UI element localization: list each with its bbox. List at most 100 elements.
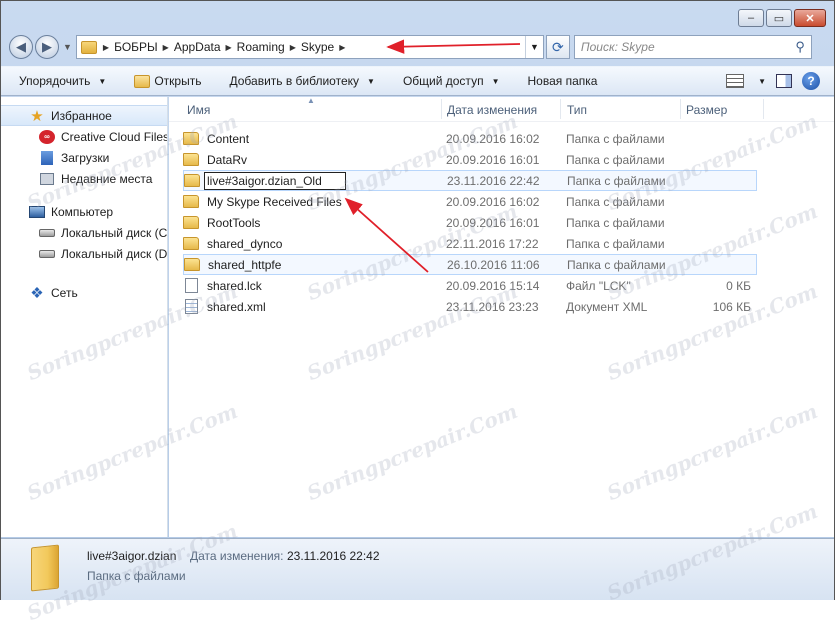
open-button[interactable]: Открыть — [134, 74, 201, 88]
nav-disk-c[interactable]: Локальный диск (C:) — [1, 222, 167, 243]
creative-cloud-icon: ∞ — [39, 129, 55, 144]
address-bar[interactable]: ▶ БОБРЫ ▶ AppData ▶ Roaming ▶ Skype ▶ ▼ — [75, 35, 544, 59]
file-date: 22.11.2016 17:22 — [446, 236, 539, 251]
xml-file-icon — [185, 299, 198, 314]
nav-network[interactable]: ❖ Сеть — [1, 282, 167, 303]
breadcrumb-roaming[interactable]: Roaming — [237, 40, 285, 54]
nav-label: Избранное — [51, 108, 112, 123]
address-dropdown-icon[interactable]: ▼ — [524, 36, 543, 58]
chevron-right-icon[interactable]: ▶ — [290, 43, 296, 52]
search-icon[interactable]: ⚲ — [795, 39, 805, 55]
star-icon: ★ — [30, 107, 44, 125]
file-type: Документ XML — [566, 299, 648, 314]
file-size: 0 КБ — [726, 278, 751, 293]
file-row[interactable]: My Skype Received Files 20.09.2016 16:02 П… — [183, 191, 757, 212]
file-date: 26.10.2016 11:06 — [447, 257, 540, 272]
disk-icon — [39, 226, 55, 240]
chevron-right-icon[interactable]: ▶ — [163, 43, 169, 52]
file-type: Файл "LCK" — [566, 278, 631, 293]
file-date: 23.11.2016 23:23 — [446, 299, 539, 314]
organize-button[interactable]: Упорядочить ▼ — [19, 74, 106, 88]
nav-downloads[interactable]: Загрузки — [1, 147, 167, 168]
organize-label: Упорядочить — [19, 74, 91, 88]
forward-arrow-icon[interactable]: ▶ — [35, 35, 59, 59]
help-icon[interactable]: ? — [802, 72, 820, 90]
nav-computer[interactable]: Компьютер — [1, 201, 167, 222]
folder-icon — [183, 216, 199, 229]
refresh-button[interactable]: ⟳ — [545, 35, 570, 59]
rename-input[interactable]: live#3aigor.dzian_Old — [204, 172, 346, 190]
column-date[interactable]: Дата изменения — [447, 103, 537, 117]
file-name: shared.lck — [207, 278, 262, 293]
file-row[interactable]: shared.lck 20.09.2016 15:14 Файл "LCK" 0 КБ — [183, 275, 757, 296]
recent-places-icon — [39, 172, 55, 186]
minimize-button[interactable]: – — [738, 9, 764, 27]
details-date: 23.11.2016 22:42 — [287, 549, 380, 563]
column-type[interactable]: Тип — [567, 103, 587, 117]
search-placeholder: Поиск: Skype — [580, 40, 655, 54]
breadcrumb-skype[interactable]: Skype — [301, 40, 334, 54]
folder-icon — [80, 40, 97, 54]
explorer-window: – ▭ ✕ ◀ ▶ ▼ ▶ БОБРЫ ▶ AppData ▶ Roaming … — [0, 0, 835, 600]
network-icon: ❖ — [30, 284, 44, 302]
share-button[interactable]: Общий доступ ▼ — [403, 74, 500, 88]
column-headers: ▲ Имя Дата изменения Тип Размер — [169, 96, 834, 122]
column-size[interactable]: Размер — [686, 103, 727, 117]
nav-recent[interactable]: Недавние места — [1, 168, 167, 189]
nav-label: Загрузки — [61, 150, 110, 165]
details-type: Папка с файлами — [87, 569, 186, 583]
recent-pages-dropdown-icon[interactable]: ▼ — [63, 42, 72, 52]
folder-icon — [184, 174, 200, 187]
chevron-right-icon[interactable]: ▶ — [103, 43, 109, 52]
file-date: 20.09.2016 16:01 — [446, 152, 540, 167]
search-input[interactable]: Поиск: Skype ⚲ — [573, 35, 812, 59]
file-name: shared_httpfe — [208, 257, 282, 272]
back-arrow-icon[interactable]: ◀ — [9, 35, 33, 59]
chevron-down-icon[interactable]: ▼ — [758, 77, 766, 86]
file-row[interactable]: shared.xml 23.11.2016 23:23 Документ XML 10… — [183, 296, 757, 317]
view-options-icon[interactable] — [726, 74, 745, 88]
file-name: shared.xml — [207, 299, 266, 314]
breadcrumb-user[interactable]: БОБРЫ — [114, 40, 158, 54]
file-row[interactable]: RootTools 20.09.2016 16:01 Папка с файлами — [183, 212, 757, 233]
chevron-right-icon[interactable]: ▶ — [339, 43, 345, 52]
open-folder-icon — [134, 74, 151, 88]
file-row[interactable]: shared_dynco 22.11.2016 17:22 Папка с файл… — [183, 233, 757, 254]
nav-label: Недавние места — [61, 171, 153, 186]
new-folder-button[interactable]: Новая папка — [527, 74, 597, 88]
file-row[interactable]: Content 20.09.2016 16:02 Папка с файлами — [183, 128, 757, 149]
file-row[interactable]: live#3aigor.dzian_Old 23.11.2016 22:42 Пап… — [183, 170, 757, 191]
details-name: live#3aigor.dzian — [87, 549, 177, 563]
column-name[interactable]: Имя — [187, 103, 210, 117]
file-type: Папка с файлами — [566, 215, 665, 230]
file-type: Папка с файлами — [566, 131, 665, 146]
file-date: 20.09.2016 16:01 — [446, 215, 540, 230]
file-name: My Skype Received Files — [207, 194, 342, 209]
nav-label: Компьютер — [51, 204, 114, 219]
disk-icon — [39, 247, 55, 261]
file-date: 20.09.2016 15:14 — [446, 278, 540, 293]
file-size: 106 КБ — [712, 299, 751, 314]
file-date: 23.11.2016 22:42 — [447, 173, 540, 188]
computer-icon — [29, 205, 45, 219]
nav-creative-cloud[interactable]: ∞ Creative Cloud Files — [1, 126, 167, 147]
nav-label: Сеть — [51, 285, 78, 300]
nav-favorites[interactable]: ★ Избранное — [1, 105, 167, 126]
file-row[interactable]: DataRv 20.09.2016 16:01 Папка с файлами — [183, 149, 757, 170]
chevron-right-icon[interactable]: ▶ — [226, 43, 232, 52]
breadcrumb-appdata[interactable]: AppData — [174, 40, 221, 54]
sort-arrow-icon: ▲ — [307, 96, 315, 105]
address-row: ◀ ▶ ▼ ▶ БОБРЫ ▶ AppData ▶ Roaming ▶ Skyp… — [9, 34, 829, 60]
add-to-library-button[interactable]: Добавить в библиотеку ▼ — [229, 74, 374, 88]
toolbar-right: ▼ ? — [726, 72, 820, 90]
new-folder-label: Новая папка — [527, 74, 598, 88]
file-row[interactable]: shared_httpfe 26.10.2016 11:06 Папка с фай… — [183, 254, 757, 275]
maximize-button[interactable]: ▭ — [766, 9, 792, 27]
file-type: Папка с файлами — [566, 194, 665, 209]
file-type: Папка с файлами — [567, 173, 666, 188]
nav-disk-d[interactable]: Локальный диск (D:) — [1, 243, 167, 264]
file-date: 20.09.2016 16:02 — [446, 194, 540, 209]
folder-icon — [183, 132, 199, 145]
close-button[interactable]: ✕ — [794, 9, 826, 27]
preview-pane-icon[interactable] — [776, 74, 792, 88]
